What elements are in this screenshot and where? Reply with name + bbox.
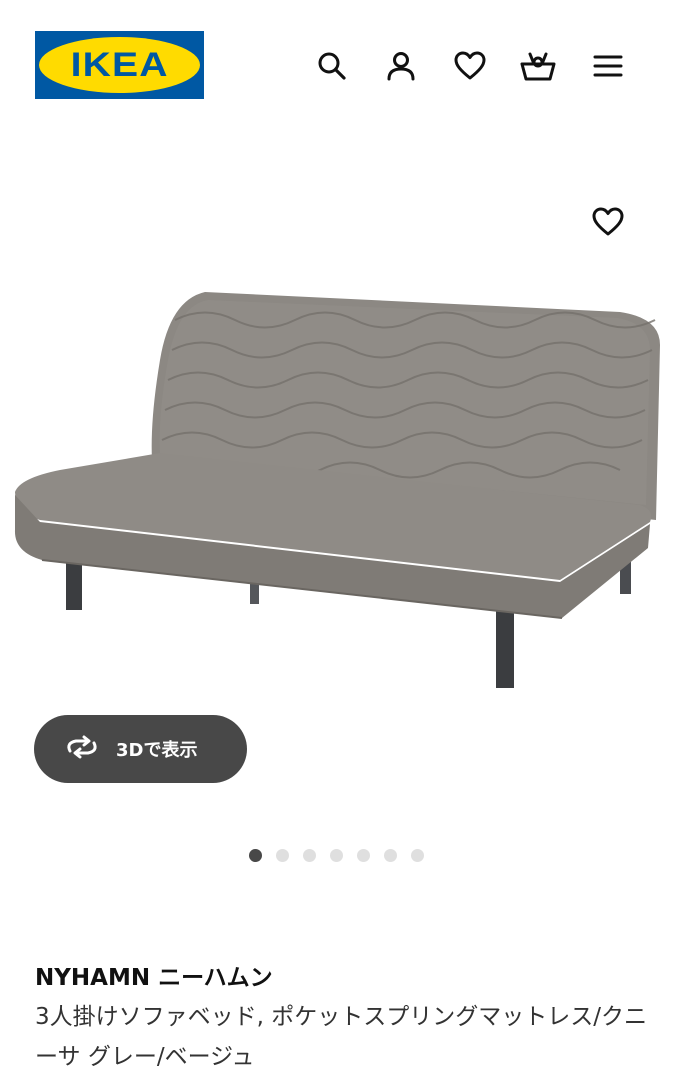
gallery-dot[interactable] xyxy=(249,849,262,862)
menu-icon[interactable] xyxy=(588,46,628,86)
product-name: NYHAMN ニーハムン xyxy=(35,965,273,991)
heart-icon[interactable] xyxy=(450,46,490,86)
view-3d-label: 3Dで表示 xyxy=(116,740,198,761)
search-icon[interactable] xyxy=(312,46,352,86)
product-image[interactable] xyxy=(0,280,677,700)
logo-text: IKEA xyxy=(70,45,169,84)
gallery-dot[interactable] xyxy=(411,849,424,862)
gallery-dot[interactable] xyxy=(384,849,397,862)
rotate-3d-icon xyxy=(64,735,100,764)
product-favorite-icon[interactable] xyxy=(588,202,628,242)
product-description: 3人掛けソファベッド, ポケットスプリングマットレス/クニーサ グレー/ベージュ xyxy=(35,1004,648,1070)
cart-icon[interactable] xyxy=(518,46,558,86)
site-header: IKEA xyxy=(0,0,677,130)
gallery-pagination xyxy=(249,849,438,862)
gallery-dot[interactable] xyxy=(276,849,289,862)
gallery-dot[interactable] xyxy=(357,849,370,862)
gallery-dot[interactable] xyxy=(303,849,316,862)
logo-oval: IKEA xyxy=(39,37,200,93)
user-icon[interactable] xyxy=(381,46,421,86)
gallery-dot[interactable] xyxy=(330,849,343,862)
view-3d-button[interactable]: 3Dで表示 xyxy=(34,715,247,783)
ikea-logo[interactable]: IKEA xyxy=(35,31,204,99)
